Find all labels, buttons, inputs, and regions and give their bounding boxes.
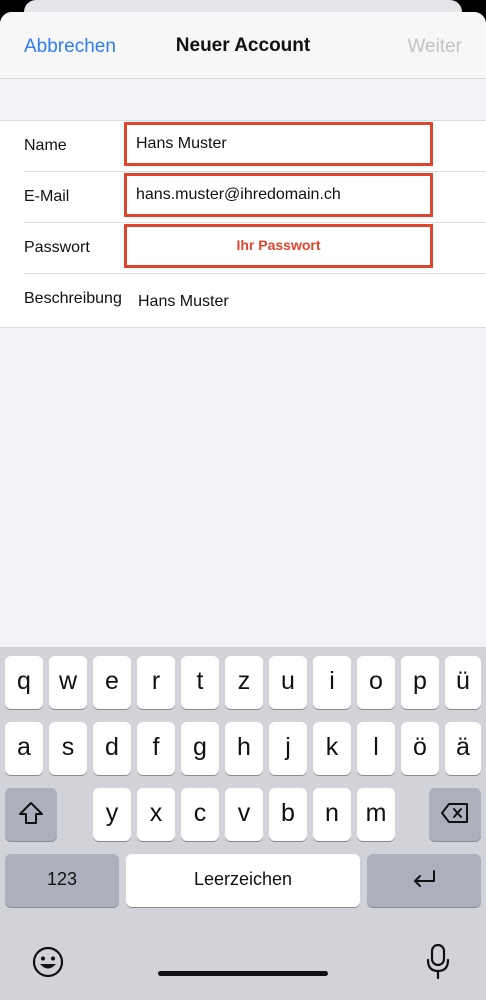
password-field[interactable]: Ihr Passwort [124,224,433,268]
key-o-umlaut[interactable]: ö [401,722,439,775]
name-label: Name [24,137,67,154]
key-t[interactable]: t [181,656,219,709]
key-c[interactable]: c [181,788,219,841]
name-field[interactable]: Hans Muster [124,122,433,166]
key-d[interactable]: d [93,722,131,775]
password-row: Passwort Ihr Passwort [0,223,486,274]
key-f[interactable]: f [137,722,175,775]
key-n[interactable]: n [313,788,351,841]
new-account-sheet: Abbrechen Neuer Account Weiter Name Hans… [0,12,486,1000]
key-s[interactable]: s [49,722,87,775]
key-u-umlaut[interactable]: ü [445,656,481,709]
cancel-button[interactable]: Abbrechen [24,36,116,58]
key-v[interactable]: v [225,788,263,841]
key-p[interactable]: p [401,656,439,709]
account-form: Name Hans Muster E-Mail hans.muster@ihre… [0,120,486,328]
key-h[interactable]: h [225,722,263,775]
key-i[interactable]: i [313,656,351,709]
key-x[interactable]: x [137,788,175,841]
key-a[interactable]: a [5,722,43,775]
numbers-key[interactable]: 123 [5,854,119,907]
delete-key[interactable] [429,788,481,841]
email-field[interactable]: hans.muster@ihredomain.ch [124,173,433,217]
delete-icon [441,803,468,823]
space-key[interactable]: Leerzeichen [126,854,360,907]
microphone-icon[interactable] [424,943,452,981]
name-value: Hans Muster [136,135,227,152]
key-k[interactable]: k [313,722,351,775]
key-m[interactable]: m [357,788,395,841]
next-button[interactable]: Weiter [407,36,462,58]
description-row: Beschreibung Hans Muster [0,274,486,325]
name-row: Name Hans Muster [0,121,486,172]
navigation-bar: Abbrechen Neuer Account Weiter [0,12,486,79]
key-a-umlaut[interactable]: ä [445,722,481,775]
key-q[interactable]: q [5,656,43,709]
email-row: E-Mail hans.muster@ihredomain.ch [0,172,486,223]
emoji-icon[interactable] [31,945,65,979]
key-g[interactable]: g [181,722,219,775]
key-w[interactable]: w [49,656,87,709]
email-value: hans.muster@ihredomain.ch [136,186,341,203]
return-icon [414,870,435,887]
key-l[interactable]: l [357,722,395,775]
key-b[interactable]: b [269,788,307,841]
email-label: E-Mail [24,188,70,205]
key-o[interactable]: o [357,656,395,709]
description-field[interactable]: Hans Muster [138,293,229,311]
key-z[interactable]: z [225,656,263,709]
key-e[interactable]: e [93,656,131,709]
password-hint: Ihr Passwort [236,237,321,253]
key-y[interactable]: y [93,788,131,841]
password-label: Passwort [24,239,90,256]
shift-icon [19,802,43,824]
description-label: Beschreibung [24,290,122,307]
shift-key[interactable] [5,788,57,841]
home-indicator [158,971,328,976]
key-r[interactable]: r [137,656,175,709]
return-key[interactable] [367,854,481,907]
key-u[interactable]: u [269,656,307,709]
key-j[interactable]: j [269,722,307,775]
keyboard: q w e r t z u i o p ü a s d f g h j k l … [0,647,486,1000]
